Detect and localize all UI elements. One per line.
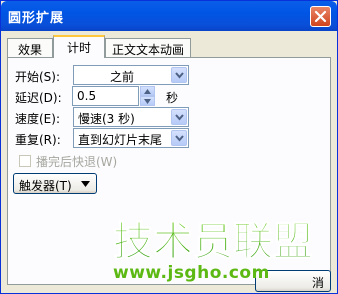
delay-unit: 秒 xyxy=(166,91,179,105)
tab-text-animation-label: 正文文本动画 xyxy=(111,43,184,57)
repeat-select[interactable]: 直到幻灯片末尾 xyxy=(73,128,189,148)
delay-spinner xyxy=(140,86,155,106)
watermark-logo: 技术员联盟 xyxy=(113,219,314,264)
cancel-label: 消 xyxy=(311,276,324,290)
speed-label: 速度(E): xyxy=(15,112,60,126)
speed-dropdown-button[interactable] xyxy=(171,109,187,125)
delay-increment-button[interactable] xyxy=(140,86,155,96)
start-value: 之前 xyxy=(109,70,134,84)
close-icon xyxy=(314,10,327,23)
watermark-logo-text: 技术员联盟 xyxy=(113,219,313,263)
delay-input[interactable]: 0.5 xyxy=(72,86,139,106)
chevron-down-icon xyxy=(144,99,151,104)
watermark-url: www.jsgho.com xyxy=(113,263,270,283)
chevron-down-icon xyxy=(175,72,184,79)
speed-value: 慢速(3 秒) xyxy=(78,112,135,126)
start-select[interactable]: 之前 xyxy=(73,65,189,85)
trigger-button[interactable]: 触发器(T) xyxy=(13,173,97,194)
delay-value: 0.5 xyxy=(77,89,97,103)
close-button[interactable] xyxy=(310,6,331,27)
tab-effects-label: 效果 xyxy=(17,43,42,57)
dialog-window: 圆形扩展 效果 计时 正文文本动画 开始(S): 之前 延迟(D): 0.5 秒… xyxy=(0,0,338,294)
start-label: 开始(S): xyxy=(15,70,61,84)
start-dropdown-button[interactable] xyxy=(171,67,187,83)
chevron-up-icon xyxy=(144,89,151,94)
chevron-down-icon xyxy=(81,181,90,187)
window-title: 圆形扩展 xyxy=(8,11,65,26)
repeat-dropdown-button[interactable] xyxy=(171,130,187,146)
speed-select[interactable]: 慢速(3 秒) xyxy=(73,107,189,127)
tab-timing[interactable]: 计时 xyxy=(53,35,105,58)
repeat-label: 重复(R): xyxy=(15,133,61,147)
rewind-label: 播完后快退(W) xyxy=(36,155,118,169)
delay-label: 延迟(D): xyxy=(15,91,62,105)
tab-text-animation[interactable]: 正文文本动画 xyxy=(105,38,191,57)
tab-effects[interactable]: 效果 xyxy=(7,38,53,57)
delay-decrement-button[interactable] xyxy=(140,96,155,106)
trigger-label: 触发器(T) xyxy=(19,179,72,193)
title-bar[interactable]: 圆形扩展 xyxy=(1,1,337,31)
rewind-checkbox[interactable] xyxy=(19,155,31,167)
tab-timing-label: 计时 xyxy=(66,41,91,55)
repeat-value: 直到幻灯片末尾 xyxy=(78,133,163,147)
chevron-down-icon xyxy=(175,135,184,142)
chevron-down-icon xyxy=(175,114,184,121)
